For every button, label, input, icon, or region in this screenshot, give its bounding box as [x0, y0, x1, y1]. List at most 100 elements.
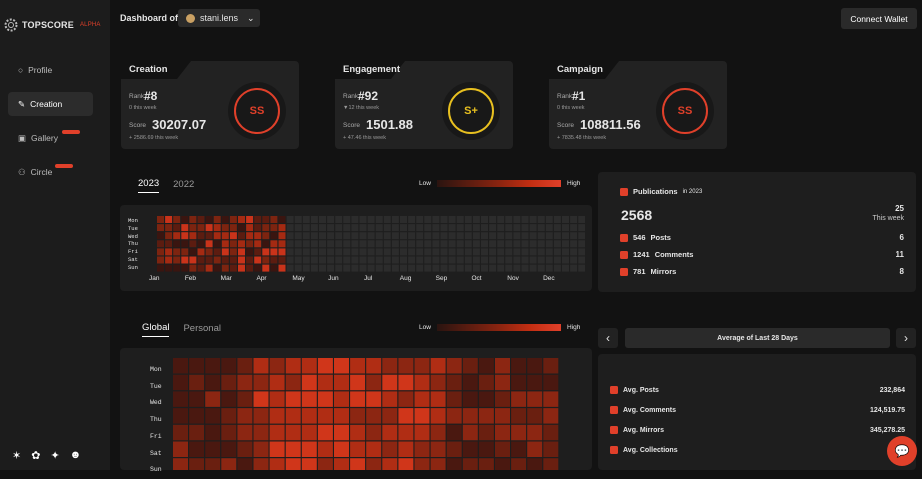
heat-cell	[253, 408, 269, 424]
heat-cell	[359, 264, 367, 272]
heat-cell	[253, 441, 269, 457]
publications-title: Publications	[633, 187, 678, 196]
month-label: Sep	[435, 275, 448, 282]
checkbox-icon[interactable]	[610, 386, 618, 394]
scope-tabs: Global Personal	[142, 322, 221, 337]
heat-cell	[173, 248, 181, 256]
heat-cell	[343, 264, 351, 272]
month-label: Nov	[507, 275, 519, 282]
nav-item-creation[interactable]: ✎ Creation	[8, 92, 93, 116]
heat-cell	[221, 391, 237, 407]
nav-item-circle[interactable]: ⚇ Circle	[8, 160, 93, 184]
checkbox-icon[interactable]	[610, 406, 618, 414]
checkbox-icon[interactable]	[620, 187, 628, 196]
heat-cell	[294, 224, 302, 232]
heat-cell	[416, 216, 424, 223]
heat-cell	[205, 264, 213, 272]
average-label: Avg. Comments	[623, 406, 677, 414]
day-label: Sun	[128, 263, 138, 271]
heat-cell	[269, 358, 285, 374]
lens-icon[interactable]: ✶	[12, 449, 21, 462]
heat-cell	[481, 224, 488, 232]
checkbox-icon[interactable]	[610, 446, 618, 454]
heat-cell	[432, 256, 440, 264]
heat-cell	[294, 248, 302, 256]
heat-cell	[367, 264, 375, 272]
next-button[interactable]: ›	[896, 328, 916, 348]
user-select[interactable]: stani.lens ⌄	[178, 9, 260, 27]
heat-cell	[301, 441, 317, 457]
heat-cell	[367, 232, 375, 240]
year-tabs: 2023 2022	[138, 178, 194, 193]
heat-cell	[253, 374, 269, 391]
tab-2023[interactable]: 2023	[138, 178, 160, 193]
heat-cell	[319, 240, 326, 248]
heat-cell	[173, 232, 181, 240]
heat-cell	[432, 264, 440, 272]
checkbox-icon[interactable]	[610, 426, 618, 434]
heat-cell	[391, 256, 399, 264]
heat-cell	[545, 248, 553, 256]
chat-button[interactable]: 💬	[887, 436, 917, 466]
heat-cell	[529, 264, 537, 272]
heat-cell	[237, 391, 253, 407]
heat-cell	[382, 458, 398, 470]
heat-cell	[286, 240, 294, 248]
prev-button[interactable]: ‹	[598, 328, 618, 348]
heat-cell	[285, 358, 301, 374]
heat-cell	[213, 248, 221, 256]
heat-cell	[317, 458, 333, 470]
heat-cell	[246, 248, 254, 256]
tab-2022[interactable]: 2022	[173, 179, 194, 193]
heat-cell	[157, 216, 164, 223]
heat-cell	[562, 232, 569, 240]
heat-cell	[237, 374, 253, 391]
heat-cell	[334, 358, 349, 374]
heat-cell	[497, 248, 505, 256]
flower-icon[interactable]: ✿	[31, 449, 40, 462]
nav-item-gallery[interactable]: ▣ Gallery	[8, 126, 93, 150]
nav-item-profile[interactable]: ○ Profile	[8, 58, 93, 82]
heat-cell	[189, 216, 197, 223]
heat-cell	[205, 216, 213, 223]
heat-cell	[254, 216, 262, 223]
heat-cell	[505, 240, 513, 248]
heat-cell	[302, 232, 310, 240]
heat-cell	[301, 408, 317, 424]
heat-cell	[511, 408, 527, 424]
tab-personal[interactable]: Personal	[183, 323, 221, 337]
connect-wallet-button[interactable]: Connect Wallet	[841, 8, 917, 29]
heat-cell	[197, 232, 205, 240]
checkbox-icon[interactable]	[620, 250, 628, 259]
twitter-icon[interactable]: ✦	[50, 449, 59, 462]
heat-cell	[173, 358, 188, 374]
heat-legend: Low High	[419, 180, 580, 187]
heat-cell	[495, 441, 510, 457]
heat-cell	[173, 256, 181, 264]
heat-cell	[285, 374, 301, 391]
day-label: Mon	[128, 217, 138, 224]
heat-cell	[327, 224, 335, 232]
heat-cell	[310, 264, 318, 272]
checkbox-icon[interactable]	[620, 233, 628, 242]
global-day-labels: Mon Tue Wed Thu Fri Sat Sun	[150, 362, 162, 479]
heat-cell	[464, 256, 472, 264]
brand-logo[interactable]: TOPSCORE ALPHA	[4, 18, 101, 32]
discord-icon[interactable]: ☻	[70, 449, 82, 462]
heat-cell	[481, 264, 488, 272]
heat-cell	[375, 224, 383, 232]
heat-cell	[157, 264, 164, 272]
heat-cell	[294, 240, 302, 248]
heat-cell	[375, 216, 383, 223]
month-label: Mar	[220, 275, 232, 282]
heat-cell	[327, 232, 335, 240]
chevron-down-icon: ⌄	[247, 12, 255, 23]
legend-low: Low	[419, 324, 431, 331]
heat-cell	[400, 232, 407, 240]
emblem-icon: SS	[662, 88, 708, 134]
heat-cell	[553, 224, 561, 232]
checkbox-icon[interactable]	[620, 267, 628, 276]
tab-global[interactable]: Global	[142, 322, 170, 337]
heat-cell	[253, 458, 269, 470]
average-label: Avg. Collections	[623, 446, 678, 454]
